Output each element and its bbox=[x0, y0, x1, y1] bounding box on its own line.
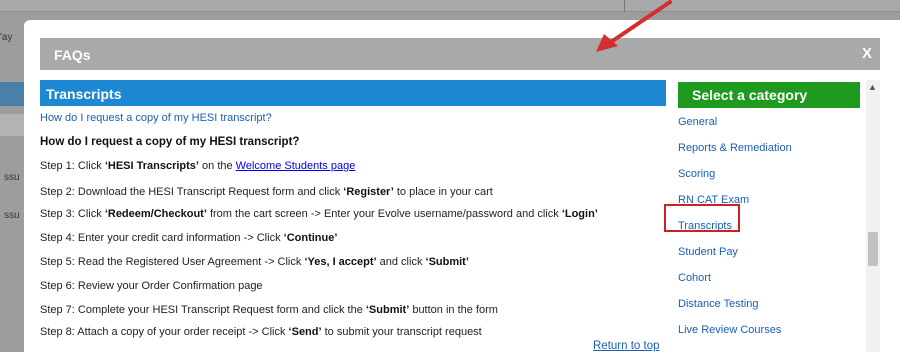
faq-modal: FAQs X Transcripts How do I request a co… bbox=[24, 20, 900, 352]
step-text: and click bbox=[376, 256, 426, 268]
step-text: Step 4: Enter your credit card informati… bbox=[40, 232, 284, 244]
category-item-reports-remediation[interactable]: Reports & Remediation bbox=[678, 142, 792, 154]
background-grey-bar bbox=[0, 114, 26, 136]
step-text: on the bbox=[198, 160, 236, 172]
step-text: to place in your cart bbox=[393, 186, 493, 198]
section-title: Transcripts bbox=[46, 86, 122, 102]
close-button[interactable]: X bbox=[862, 45, 872, 62]
scrollbar-thumb[interactable] bbox=[868, 232, 878, 266]
step-3: Step 3: Click ‘Redeem/Checkout’ from the… bbox=[40, 208, 598, 220]
step-7: Step 7: Complete your HESI Transcript Re… bbox=[40, 304, 498, 316]
step-emphasis: ‘Register’ bbox=[343, 186, 394, 198]
welcome-students-link[interactable]: Welcome Students page bbox=[236, 160, 356, 172]
section-header: Transcripts bbox=[40, 80, 666, 106]
question-heading: How do I request a copy of my HESI trans… bbox=[40, 136, 300, 148]
category-header: Select a category bbox=[678, 82, 860, 108]
modal-title: FAQs bbox=[54, 47, 91, 63]
step-4: Step 4: Enter your credit card informati… bbox=[40, 232, 337, 244]
category-item-scoring[interactable]: Scoring bbox=[678, 168, 715, 180]
scrollbar[interactable]: ▲ bbox=[866, 80, 880, 352]
background-blue-bar bbox=[0, 82, 26, 106]
return-to-top-link[interactable]: Return to top bbox=[593, 340, 659, 352]
modal-header: FAQs X bbox=[40, 38, 880, 70]
background-text-fragment: ssu bbox=[4, 172, 20, 183]
annotation-highlight-box bbox=[664, 204, 740, 232]
step-2: Step 2: Download the HESI Transcript Req… bbox=[40, 186, 493, 198]
step-emphasis: ‘Login’ bbox=[561, 208, 598, 220]
background-text-fragment: 'ay bbox=[0, 32, 13, 43]
category-item-general[interactable]: General bbox=[678, 116, 717, 128]
step-emphasis: ‘Send’ bbox=[288, 326, 322, 338]
category-item-cohort[interactable]: Cohort bbox=[678, 272, 711, 284]
step-text: Step 5: Read the Registered User Agreeme… bbox=[40, 256, 305, 268]
step-emphasis: ‘Continue’ bbox=[283, 232, 338, 244]
step-1: Step 1: Click ‘HESI Transcripts’ on the … bbox=[40, 160, 355, 172]
step-emphasis: ‘Redeem/Checkout’ bbox=[104, 208, 207, 220]
step-text: Step 6: Review your Order Confirmation p… bbox=[40, 280, 263, 292]
question-link[interactable]: How do I request a copy of my HESI trans… bbox=[40, 112, 272, 124]
step-text: Step 1: Click bbox=[40, 160, 105, 172]
step-emphasis: ‘Submit’ bbox=[365, 304, 410, 316]
step-text: Step 2: Download the HESI Transcript Req… bbox=[40, 186, 344, 198]
step-emphasis: ‘Yes, I accept’ bbox=[304, 256, 377, 268]
category-item-distance-testing[interactable]: Distance Testing bbox=[678, 298, 759, 310]
category-item-live-review-courses[interactable]: Live Review Courses bbox=[678, 324, 781, 336]
step-emphasis: ‘Submit’ bbox=[425, 256, 469, 268]
background-text-fragment: ssu bbox=[4, 210, 20, 221]
step-text: Step 8: Attach a copy of your order rece… bbox=[40, 326, 289, 338]
step-emphasis: ‘HESI Transcripts’ bbox=[104, 160, 199, 172]
step-text: Step 7: Complete your HESI Transcript Re… bbox=[40, 304, 366, 316]
category-item-student-pay[interactable]: Student Pay bbox=[678, 246, 738, 258]
step-text: from the cart screen -> Enter your Evolv… bbox=[206, 208, 562, 220]
scroll-up-icon[interactable]: ▲ bbox=[868, 82, 877, 92]
step-6: Step 6: Review your Order Confirmation p… bbox=[40, 280, 263, 292]
step-text: button in the form bbox=[409, 304, 498, 316]
background-top-bar bbox=[0, 0, 900, 12]
category-title: Select a category bbox=[692, 87, 808, 103]
step-text: Step 3: Click bbox=[40, 208, 105, 220]
step-5: Step 5: Read the Registered User Agreeme… bbox=[40, 256, 469, 268]
step-8: Step 8: Attach a copy of your order rece… bbox=[40, 326, 482, 338]
annotation-arrow-icon bbox=[596, 0, 672, 52]
step-text: to submit your transcript request bbox=[321, 326, 482, 338]
